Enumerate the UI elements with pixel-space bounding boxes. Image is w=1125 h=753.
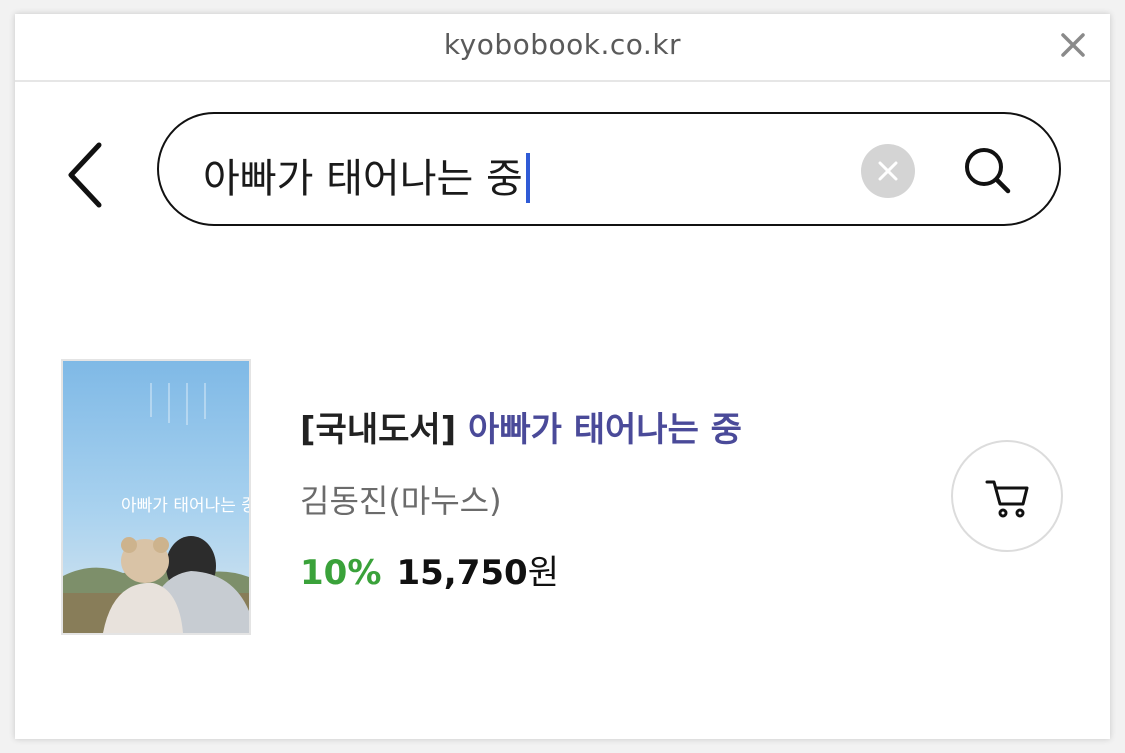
search-query: 아빠가 태어나는 중 (203, 156, 523, 202)
clear-circle-icon (878, 161, 898, 181)
search-input[interactable]: 아빠가 태어나는 중 (203, 146, 530, 204)
clear-search-button[interactable] (861, 144, 915, 198)
category-prefix: [국내도서] (300, 410, 457, 450)
add-to-cart-button[interactable] (951, 440, 1063, 552)
cart-icon (985, 480, 1029, 518)
price-info: 10% 15,750원 (300, 545, 559, 594)
back-button[interactable] (65, 140, 125, 220)
search-field[interactable]: 아빠가 태어나는 중 (157, 112, 1061, 226)
close-icon (1061, 33, 1085, 57)
close-button[interactable] (1056, 28, 1090, 62)
sale-price: 15,750 (396, 553, 528, 593)
text-caret (525, 153, 530, 203)
book-cover-illustration: 아빠가 태어나는 중 (63, 361, 249, 633)
book-title-link[interactable]: [국내도서] 아빠가 태어나는 중 (300, 402, 742, 451)
search-icon (965, 148, 1011, 194)
author-name: 김동진(마누스) (300, 482, 502, 520)
search-button[interactable] (959, 142, 1017, 200)
currency-unit: 원 (527, 553, 559, 593)
cover-title: 아빠가 태어나는 중 (121, 496, 249, 516)
book-title: 아빠가 태어나는 중 (468, 410, 742, 450)
url-text: kyobobook.co.kr (443, 28, 682, 61)
chevron-left-icon (68, 142, 102, 208)
popup-window: kyobobook.co.kr 아빠가 태어나는 중 아빠가 태어나는 중 [국… (15, 14, 1110, 739)
discount-rate: 10% (300, 553, 382, 593)
book-cover-image[interactable]: 아빠가 태어나는 중 (61, 359, 251, 635)
address-bar: kyobobook.co.kr (15, 14, 1110, 82)
